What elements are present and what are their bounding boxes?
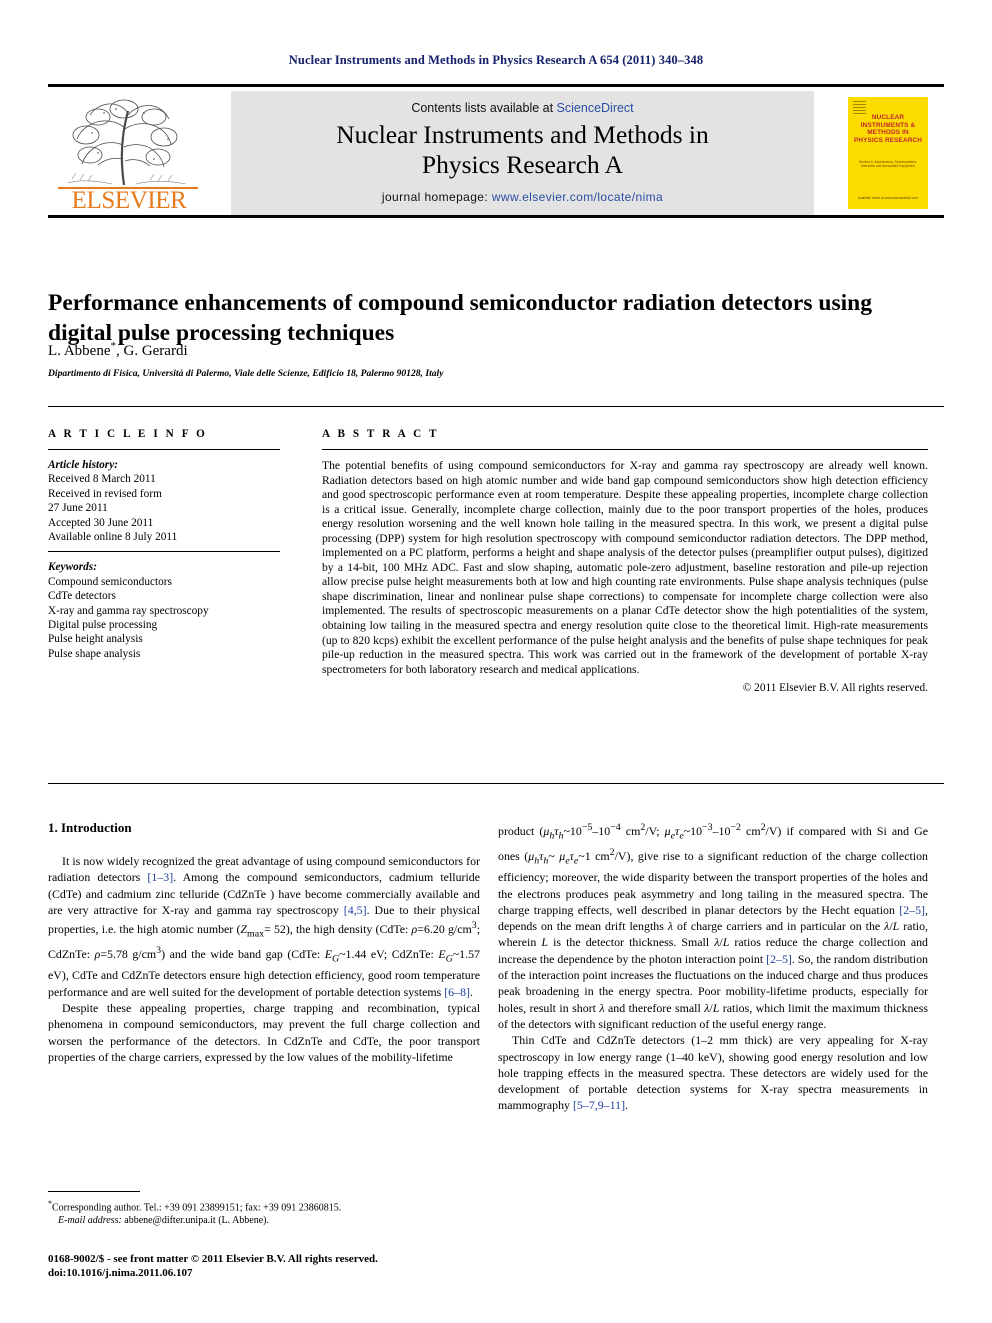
masthead-inner: ELSEVIER Contents lists available at Sci… bbox=[48, 91, 944, 217]
affiliation: Dipartimento di Fisica, Università di Pa… bbox=[48, 368, 444, 379]
homepage-prefix: journal homepage: bbox=[381, 190, 492, 204]
cover-subtitle: Section A: Accelerators, Spectrometers, … bbox=[858, 160, 918, 169]
abstract-column: A B S T R A C T The potential benefits o… bbox=[322, 428, 928, 694]
article-info-column: A R T I C L E I N F O Article history: R… bbox=[48, 428, 280, 661]
corresponding-author-footnote: *Corresponding author. Tel.: +39 091 238… bbox=[48, 1197, 480, 1214]
journal-homepage-link[interactable]: www.elsevier.com/locate/nima bbox=[492, 190, 663, 204]
elsevier-wordmark: ELSEVIER bbox=[71, 187, 187, 214]
abstract-rule bbox=[322, 449, 928, 450]
author-primary: L. Abbene bbox=[48, 343, 111, 359]
cover-footer: Available online at www.sciencedirect.co… bbox=[858, 196, 918, 200]
article-page: Nuclear Instruments and Methods in Physi… bbox=[0, 0, 992, 1323]
corresponding-author-text: Corresponding author. Tel.: +39 091 2389… bbox=[52, 1202, 342, 1214]
body-column-right: product (μhτh~10−5–10−4 cm2/V; μeτe~10−3… bbox=[498, 820, 928, 1114]
imprint-block: 0168-9002/$ - see front matter © 2011 El… bbox=[48, 1252, 488, 1280]
section-title-introduction: 1. Introduction bbox=[48, 820, 132, 835]
keywords-group: Keywords: Compound semiconductors CdTe d… bbox=[48, 560, 280, 661]
body-column-left: 1. Introduction It is now widely recogni… bbox=[48, 820, 480, 1065]
email-address[interactable]: abbene@difter.unipa.it (L. Abbene). bbox=[124, 1215, 269, 1226]
article-info-heading: A R T I C L E I N F O bbox=[48, 428, 208, 440]
article-title: Performance enhancements of compound sem… bbox=[48, 289, 872, 346]
article-info-rule bbox=[48, 449, 280, 450]
body-paragraph: product (μhτh~10−5–10−4 cm2/V; μeτe~10−3… bbox=[498, 822, 928, 1031]
keyword-item: Digital pulse processing bbox=[48, 619, 158, 632]
abstract-heading: A B S T R A C T bbox=[322, 428, 440, 440]
journal-title-line-2: Physics Research A bbox=[421, 150, 624, 179]
keyword-item: Pulse shape analysis bbox=[48, 647, 141, 660]
cover-inner: NUCLEAR INSTRUMENTS & METHODS IN PHYSICS… bbox=[848, 97, 928, 209]
footnote-block: *Corresponding author. Tel.: +39 091 238… bbox=[48, 1197, 480, 1227]
journal-masthead: ELSEVIER Contents lists available at Sci… bbox=[48, 84, 944, 218]
body-paragraph: Thin CdTe and CdZnTe detectors (1–2 mm t… bbox=[498, 1033, 928, 1113]
elsevier-tree-icon bbox=[67, 99, 187, 186]
journal-title-line-1: Nuclear Instruments and Methods in bbox=[336, 120, 709, 149]
doi-line[interactable]: doi:10.1016/j.nima.2011.06.107 bbox=[48, 1266, 488, 1280]
history-item: 27 June 2011 bbox=[48, 502, 108, 515]
keyword-item: CdTe detectors bbox=[48, 590, 116, 603]
contents-available-line: Contents lists available at ScienceDirec… bbox=[231, 101, 814, 115]
history-item: Received 8 March 2011 bbox=[48, 473, 156, 486]
article-history-group: Article history: Received 8 March 2011 R… bbox=[48, 458, 280, 544]
article-history-label: Article history: bbox=[48, 459, 118, 471]
info-band-top-rule bbox=[48, 406, 944, 407]
elsevier-logo: ELSEVIER bbox=[50, 91, 210, 215]
cover-title: NUCLEAR INSTRUMENTS & METHODS IN PHYSICS… bbox=[853, 114, 923, 144]
journal-title: Nuclear Instruments and Methods in Physi… bbox=[231, 120, 814, 180]
history-item: Received in revised form bbox=[48, 487, 162, 500]
journal-cover-thumbnail: NUCLEAR INSTRUMENTS & METHODS IN PHYSICS… bbox=[835, 91, 941, 215]
sciencedirect-link[interactable]: ScienceDirect bbox=[557, 101, 634, 115]
keywords-divider bbox=[48, 551, 280, 553]
keywords-label: Keywords: bbox=[48, 561, 97, 574]
keyword-item: Compound semiconductors bbox=[48, 575, 172, 588]
keyword-item: X-ray and gamma ray spectroscopy bbox=[48, 604, 209, 617]
keyword-item: Pulse height analysis bbox=[48, 633, 143, 646]
footnote-rule bbox=[48, 1191, 140, 1192]
email-footnote: E-mail address: abbene@difter.unipa.it (… bbox=[48, 1214, 480, 1227]
issn-line: 0168-9002/$ - see front matter © 2011 El… bbox=[48, 1253, 378, 1265]
body-paragraph: It is now widely recognized the great ad… bbox=[48, 854, 480, 999]
abstract-text: The potential benefits of using compound… bbox=[322, 459, 928, 676]
body-paragraph: Despite these appealing properties, char… bbox=[48, 1001, 480, 1064]
journal-homepage-line: journal homepage: www.elsevier.com/locat… bbox=[231, 190, 814, 204]
history-item: Available online 8 July 2011 bbox=[48, 531, 178, 544]
contents-prefix: Contents lists available at bbox=[411, 101, 557, 115]
author-list: L. Abbene*, G. Gerardi bbox=[48, 340, 928, 360]
journal-header-box: Contents lists available at ScienceDirec… bbox=[231, 91, 814, 215]
history-item: Accepted 30 June 2011 bbox=[48, 516, 154, 529]
abstract-copyright: © 2011 Elsevier B.V. All rights reserved… bbox=[742, 682, 928, 695]
info-band-bottom-rule bbox=[48, 783, 944, 784]
email-label: E-mail address: bbox=[58, 1215, 122, 1227]
author-secondary: , G. Gerardi bbox=[115, 343, 188, 359]
running-head: Nuclear Instruments and Methods in Physi… bbox=[288, 53, 704, 67]
cover-publisher-mark-icon bbox=[853, 101, 866, 114]
